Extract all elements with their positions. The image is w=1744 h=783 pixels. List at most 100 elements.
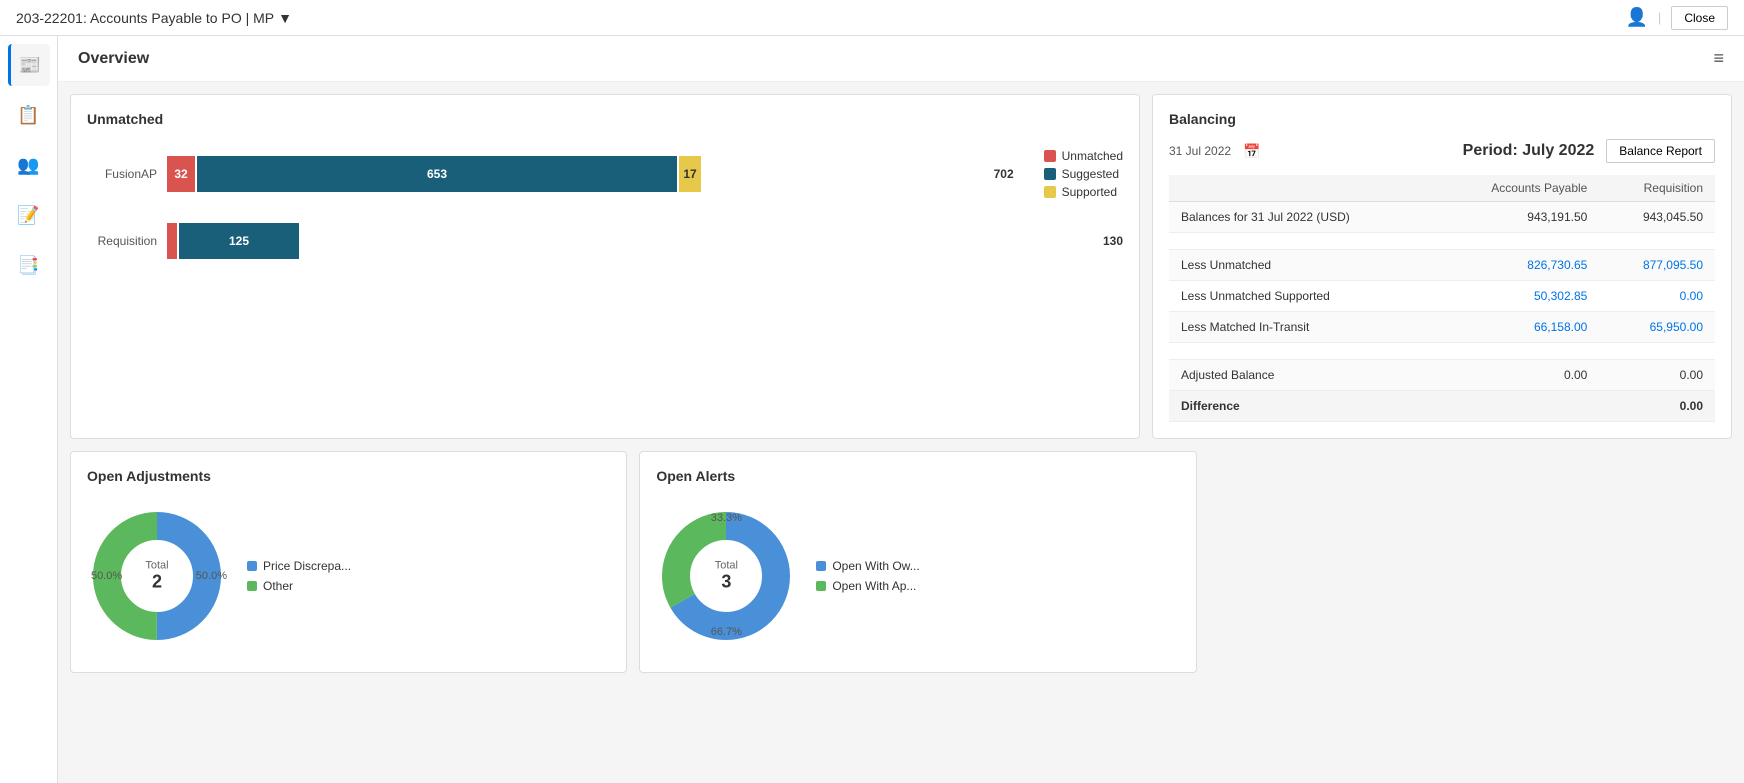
- dropdown-icon[interactable]: ▼: [278, 10, 292, 26]
- documents-icon: 📑: [17, 255, 39, 276]
- table-row: Difference0.00: [1169, 391, 1715, 422]
- user-icon[interactable]: 👤: [1626, 7, 1648, 28]
- list-icon: 📋: [17, 105, 39, 126]
- table-cell-ap: 66,158.00: [1434, 312, 1599, 343]
- adj-donut-section: Total 2 50.0% 50.0% Price Discrepa...: [87, 496, 610, 656]
- alerts-pct-bottom: 66.7%: [711, 626, 742, 638]
- title-text: 203-22201: Accounts Payable to PO | MP: [16, 10, 274, 26]
- app-layout: 📰 📋 👥 📝 📑 Overview ≡ Unmatched: [0, 36, 1744, 783]
- table-cell-ap: [1434, 233, 1599, 250]
- adj-legend-item-2: Other: [247, 579, 351, 593]
- open-adjustments-card: Open Adjustments Total 2 50.0%: [70, 451, 627, 673]
- open-alerts-title: Open Alerts: [656, 468, 1179, 484]
- chart-legend: Unmatched Suggested Supported: [1044, 149, 1123, 199]
- open-alerts-card: Open Alerts Total 3 33.3% 66.7%: [639, 451, 1196, 673]
- sidebar-item-documents[interactable]: 📑: [8, 244, 50, 286]
- balancing-title: Balancing: [1169, 111, 1715, 127]
- table-cell-ap: 0.00: [1434, 391, 1715, 422]
- alerts-legend-item-2: Open With Ap...: [816, 579, 919, 593]
- adj-pct-left: 50.0%: [91, 570, 122, 582]
- adj-donut-wrapper: Total 2 50.0% 50.0%: [87, 506, 227, 646]
- adj-pct-right: 50.0%: [196, 570, 227, 582]
- table-cell-req: 877,095.50: [1599, 250, 1715, 281]
- col-header-label: [1169, 175, 1434, 202]
- balancing-table: Accounts Payable Requisition Balances fo…: [1169, 175, 1715, 422]
- table-cell-label: Difference: [1169, 391, 1434, 422]
- users-icon: 👥: [17, 155, 39, 176]
- overview-icon: 📰: [19, 55, 41, 76]
- report-icon: 📝: [17, 205, 39, 226]
- bar-seg-suggested-fusionap: 653: [197, 156, 677, 192]
- bar-chart: FusionAP 32 653 17 702 Unmatched: [87, 139, 1123, 293]
- adj-legend: Price Discrepa... Other: [247, 559, 351, 593]
- bar-seg-unmatched-fusionap: 32: [167, 156, 195, 192]
- alerts-donut-wrapper: Total 3 33.3% 66.7%: [656, 506, 796, 646]
- table-cell-ap: [1434, 343, 1599, 360]
- alerts-legend-dot-2: [816, 581, 826, 591]
- table-row: [1169, 233, 1715, 250]
- legend-label-supported: Supported: [1062, 185, 1117, 199]
- balance-report-button[interactable]: Balance Report: [1606, 139, 1715, 163]
- top-bar: 203-22201: Accounts Payable to PO | MP ▼…: [0, 0, 1744, 36]
- balancing-date-row: 31 Jul 2022 📅 Period: July 2022 Balance …: [1169, 139, 1715, 163]
- legend-unmatched: Unmatched: [1044, 149, 1123, 163]
- overview-header: Overview ≡: [58, 36, 1744, 82]
- adj-legend-label-2: Other: [263, 579, 293, 593]
- alerts-donut-section: Total 3 33.3% 66.7% Open With Ow...: [656, 496, 1179, 656]
- bar-container-requisition: 125: [167, 223, 1097, 259]
- sidebar-item-users[interactable]: 👥: [8, 144, 50, 186]
- unmatched-card: Unmatched FusionAP 32 653 17 702: [70, 94, 1140, 439]
- bar-label-fusionap: FusionAP: [87, 167, 167, 181]
- legend-supported: Supported: [1044, 185, 1123, 199]
- alerts-legend-dot-1: [816, 561, 826, 571]
- table-cell-req: 943,045.50: [1599, 202, 1715, 233]
- table-row: Balances for 31 Jul 2022 (USD)943,191.50…: [1169, 202, 1715, 233]
- legend-dot-supported: [1044, 186, 1056, 198]
- top-bar-right: 👤 | Close: [1626, 6, 1729, 30]
- sidebar-item-report[interactable]: 📝: [8, 194, 50, 236]
- adj-legend-label-1: Price Discrepa...: [263, 559, 351, 573]
- alerts-total-text: Total: [715, 560, 738, 572]
- table-row: Adjusted Balance0.000.00: [1169, 360, 1715, 391]
- table-cell-req: [1599, 343, 1715, 360]
- table-cell-req: 65,950.00: [1599, 312, 1715, 343]
- sidebar-item-list[interactable]: 📋: [8, 94, 50, 136]
- table-cell-ap: 943,191.50: [1434, 202, 1599, 233]
- bar-total-req: 130: [1103, 234, 1123, 248]
- legend-suggested: Suggested: [1044, 167, 1123, 181]
- table-cell-ap: 0.00: [1434, 360, 1599, 391]
- table-cell-label: [1169, 233, 1434, 250]
- spacer: [1209, 451, 1732, 673]
- table-cell-ap: 826,730.65: [1434, 250, 1599, 281]
- balancing-card: Balancing 31 Jul 2022 📅 Period: July 202…: [1152, 94, 1732, 439]
- col-header-ap: Accounts Payable: [1434, 175, 1599, 202]
- bar-seg-unmatched-req: [167, 223, 177, 259]
- close-button[interactable]: Close: [1671, 6, 1728, 30]
- table-cell-ap: 50,302.85: [1434, 281, 1599, 312]
- adj-legend-dot-1: [247, 561, 257, 571]
- adj-total-text: Total: [145, 560, 168, 572]
- bar-row-fusionap: FusionAP 32 653 17 702 Unmatched: [87, 149, 1123, 199]
- alerts-legend: Open With Ow... Open With Ap...: [816, 559, 919, 593]
- legend-label-unmatched: Unmatched: [1062, 149, 1123, 163]
- alerts-pct-top: 33.3%: [711, 512, 742, 524]
- table-cell-req: [1599, 233, 1715, 250]
- table-cell-label: [1169, 343, 1434, 360]
- adj-donut-center: Total 2: [145, 560, 168, 593]
- bar-seg-supported-fusionap: 17: [679, 156, 701, 192]
- bar-total-fusionap: 702: [994, 167, 1014, 181]
- balancing-period: Period: July 2022: [1463, 142, 1595, 160]
- alerts-legend-item-1: Open With Ow...: [816, 559, 919, 573]
- col-header-req: Requisition: [1599, 175, 1715, 202]
- table-row: Less Matched In-Transit66,158.0065,950.0…: [1169, 312, 1715, 343]
- main-content: Overview ≡ Unmatched FusionAP 32 653 17: [58, 36, 1744, 783]
- open-adj-title: Open Adjustments: [87, 468, 610, 484]
- table-cell-label: Balances for 31 Jul 2022 (USD): [1169, 202, 1434, 233]
- balancing-date: 31 Jul 2022: [1169, 144, 1231, 158]
- calendar-icon[interactable]: 📅: [1243, 143, 1260, 160]
- bar-label-requisition: Requisition: [87, 234, 167, 248]
- table-cell-label: Less Matched In-Transit: [1169, 312, 1434, 343]
- table-cell-label: Less Unmatched: [1169, 250, 1434, 281]
- hamburger-menu[interactable]: ≡: [1713, 48, 1724, 69]
- sidebar-item-overview[interactable]: 📰: [8, 44, 50, 86]
